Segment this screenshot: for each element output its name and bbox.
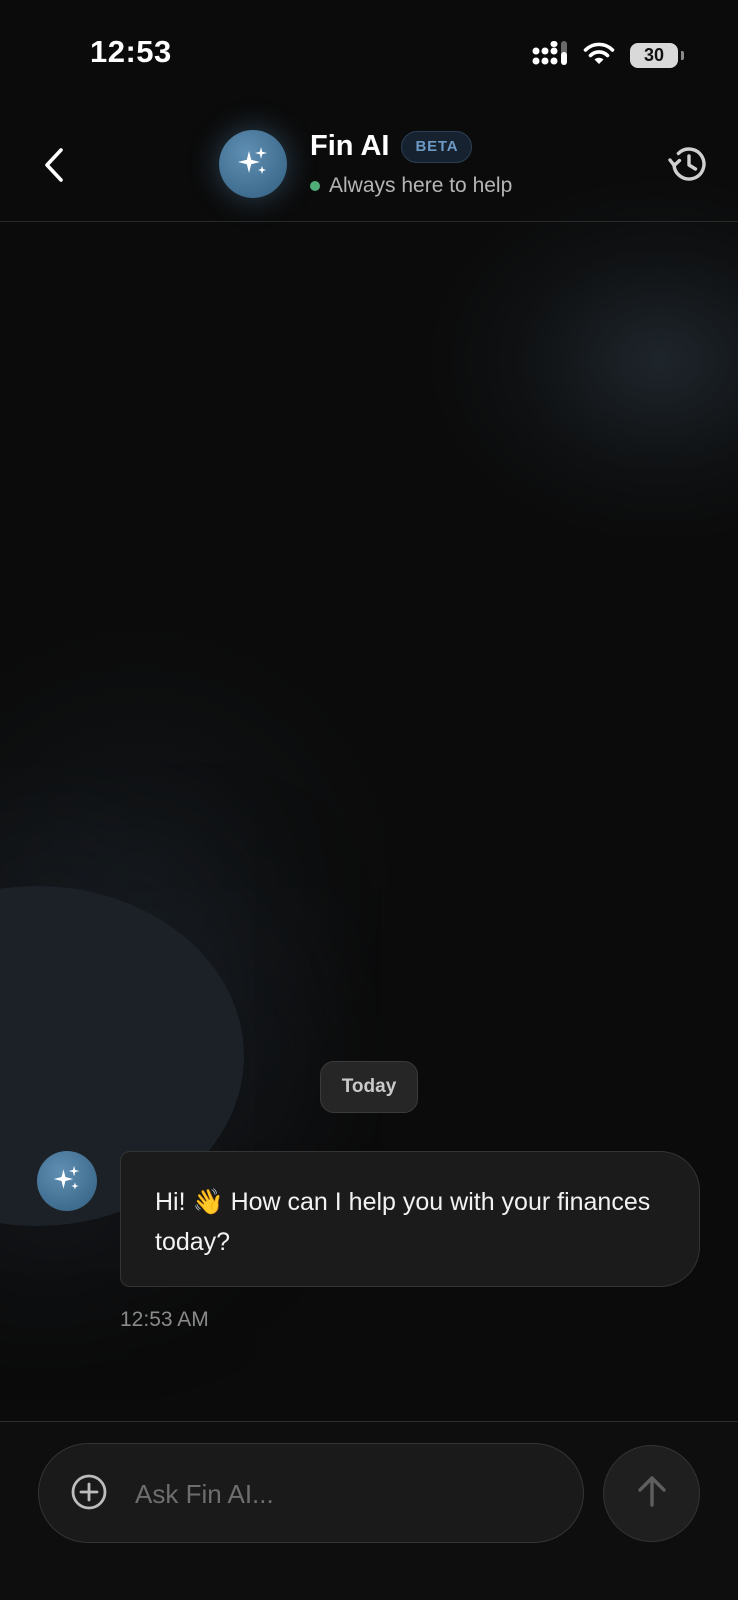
status-indicators: 30	[532, 40, 684, 71]
sparkles-icon	[52, 1164, 82, 1199]
history-button[interactable]	[664, 142, 712, 190]
background-glow	[430, 180, 738, 540]
plus-circle-icon	[70, 1473, 108, 1516]
sparkles-icon	[236, 145, 270, 184]
wifi-icon	[582, 40, 616, 71]
chat-header: Fin AI BETA Always here to help	[0, 110, 738, 222]
send-button[interactable]	[603, 1445, 700, 1542]
message-text: Hi! 👋 How can I help you with your finan…	[155, 1188, 651, 1256]
message-input[interactable]	[135, 1472, 555, 1516]
message-avatar	[37, 1151, 97, 1211]
cellular-signal-icon	[532, 40, 568, 71]
date-divider: Today	[320, 1061, 418, 1113]
history-icon	[667, 143, 709, 190]
header-subtitle: Always here to help	[329, 174, 513, 197]
chat-screen: 12:53 30 Fin AI BETA Always here to help…	[0, 0, 738, 1600]
page-title: Fin AI	[310, 130, 390, 162]
assistant-message-bubble: Hi! 👋 How can I help you with your finan…	[120, 1151, 700, 1287]
battery-indicator: 30	[630, 42, 684, 68]
assistant-avatar	[219, 130, 287, 198]
chevron-left-icon	[41, 145, 67, 190]
beta-badge: BETA	[401, 130, 473, 163]
status-time: 12:53	[90, 34, 172, 69]
title-row: Fin AI BETA	[310, 130, 473, 163]
composer	[38, 1443, 584, 1543]
back-button[interactable]	[34, 142, 74, 192]
online-status-dot	[310, 181, 320, 191]
status-row: Always here to help	[310, 174, 512, 198]
message-timestamp: 12:53 AM	[120, 1308, 209, 1331]
attach-button[interactable]	[69, 1474, 109, 1514]
arrow-up-icon	[632, 1471, 672, 1516]
